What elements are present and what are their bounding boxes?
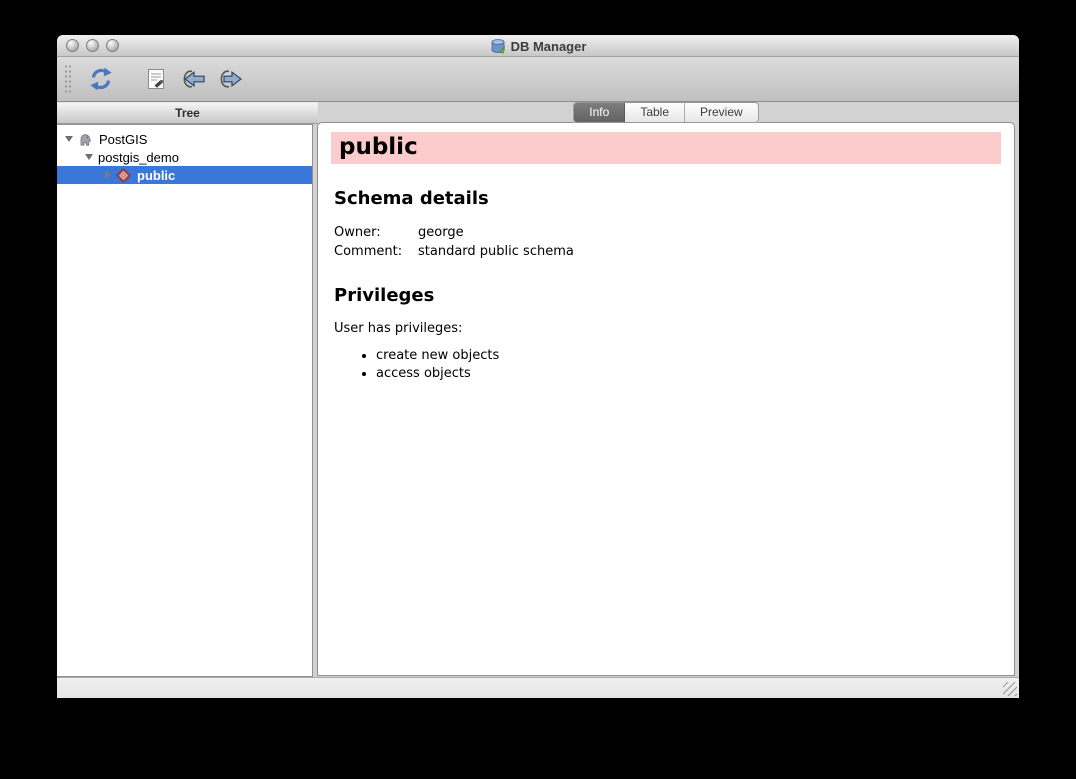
titlebar[interactable]: DB Manager <box>57 35 1019 57</box>
import-layer-icon <box>179 66 207 92</box>
export-file-icon <box>216 66 244 92</box>
zoom-button[interactable] <box>106 39 119 52</box>
sql-window-button[interactable] <box>140 63 172 95</box>
minimize-button[interactable] <box>86 39 99 52</box>
close-button[interactable] <box>66 39 79 52</box>
import-layer-button[interactable] <box>177 63 209 95</box>
schema-details-heading: Schema details <box>334 188 1001 209</box>
schema-details-table: Owner: george Comment: standard public s… <box>334 223 574 261</box>
tab-preview[interactable]: Preview <box>685 103 758 122</box>
postgis-icon <box>78 132 93 147</box>
tab-info[interactable]: Info <box>574 103 625 122</box>
privileges-intro: User has privileges: <box>334 321 1001 336</box>
tree-view[interactable]: PostGIS postgis_demo <box>57 124 313 677</box>
db-manager-icon <box>490 38 506 54</box>
expand-arrow-icon[interactable] <box>65 136 73 142</box>
schema-name: public <box>339 134 418 160</box>
schema-icon <box>116 168 131 183</box>
schema-name-banner: public <box>331 132 1001 164</box>
tree-item-postgis[interactable]: PostGIS <box>57 130 312 148</box>
tab-table[interactable]: Table <box>625 103 685 122</box>
export-file-button[interactable] <box>214 63 246 95</box>
toolbar-drag-handle[interactable] <box>63 63 71 95</box>
window-title: DB Manager <box>511 39 587 54</box>
privileges-heading: Privileges <box>334 285 1001 306</box>
table-row: Owner: george <box>334 223 574 242</box>
list-item: create new objects <box>376 348 1001 363</box>
owner-value: george <box>418 223 574 242</box>
refresh-icon <box>88 66 114 92</box>
tab-bar: Info Table Preview <box>317 102 1015 123</box>
tab-control: Info Table Preview <box>573 102 758 123</box>
traffic-lights <box>66 39 119 52</box>
table-row: Comment: standard public schema <box>334 242 574 261</box>
tree-dock-title[interactable]: Tree <box>57 102 318 124</box>
status-bar <box>57 677 1019 698</box>
list-item: access objects <box>376 366 1001 381</box>
expand-arrow-icon[interactable] <box>85 154 93 160</box>
tree-item-label: public <box>137 168 175 183</box>
title-wrap: DB Manager <box>57 35 1019 57</box>
db-manager-window: DB Manager <box>57 35 1019 698</box>
main-area: Tree PostGIS postgis_demo <box>57 102 1019 677</box>
tree-item-postgis-demo[interactable]: postgis_demo <box>57 148 312 166</box>
tree-item-label: PostGIS <box>99 132 147 147</box>
resize-grip-icon[interactable] <box>1003 682 1017 696</box>
sql-window-icon <box>144 67 168 91</box>
tree-item-public[interactable]: public <box>57 166 312 184</box>
comment-value: standard public schema <box>418 242 574 261</box>
privileges-list: create new objects access objects <box>331 348 1001 381</box>
toolbar <box>57 57 1019 102</box>
collapse-arrow-icon[interactable] <box>105 171 111 179</box>
tree-dock: Tree PostGIS postgis_demo <box>57 102 318 677</box>
tree-item-label: postgis_demo <box>98 150 179 165</box>
owner-label: Owner: <box>334 223 418 242</box>
info-panel[interactable]: public Schema details Owner: george Comm… <box>317 122 1015 676</box>
comment-label: Comment: <box>334 242 418 261</box>
refresh-button[interactable] <box>85 63 117 95</box>
